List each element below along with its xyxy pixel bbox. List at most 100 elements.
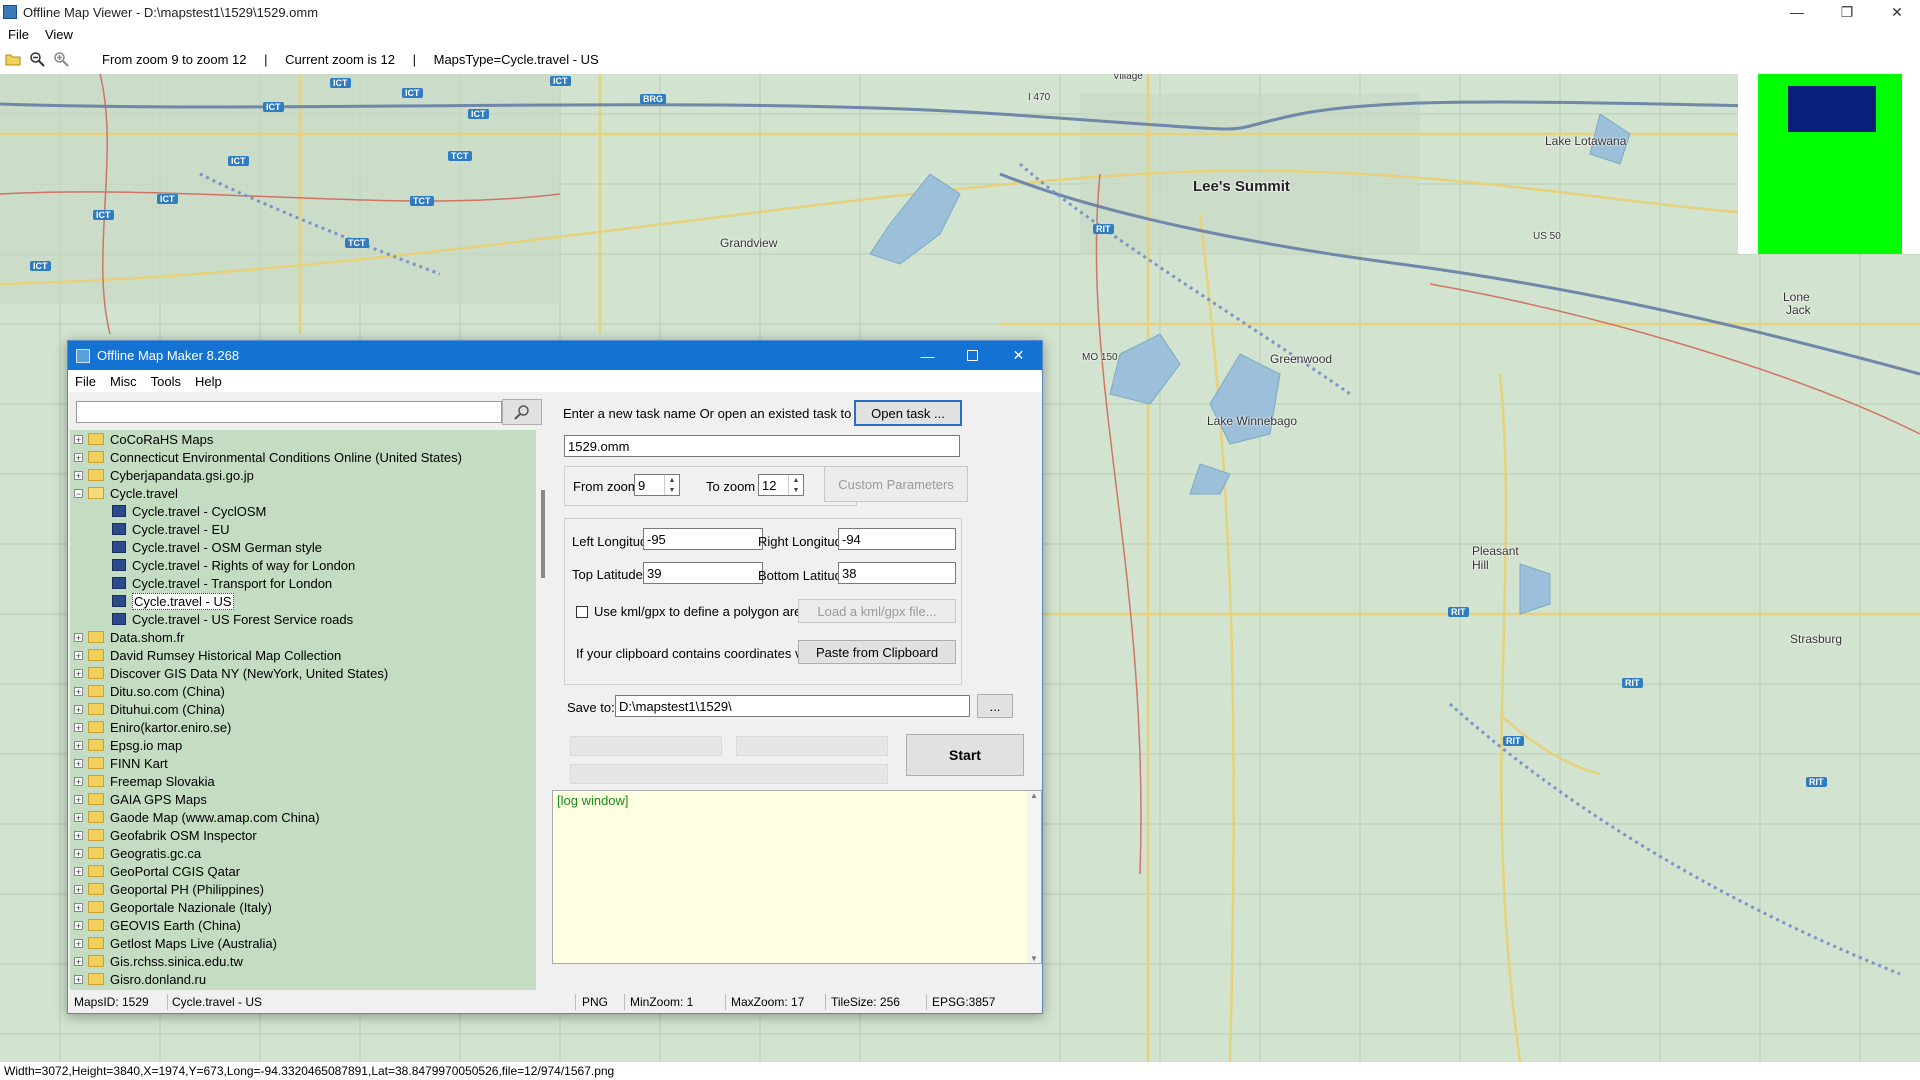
tree-folder-item[interactable]: + Freemap Slovakia xyxy=(74,772,215,790)
tree-scrollbar-thumb[interactable] xyxy=(541,490,545,578)
tree-folder-item[interactable]: + David Rumsey Historical Map Collection xyxy=(74,646,341,664)
tree-expander-icon[interactable]: + xyxy=(74,866,83,876)
tree-folder-item[interactable]: + CoCoRaHS Maps xyxy=(74,430,213,448)
tree-folder-item[interactable]: + Geofabrik OSM Inspector xyxy=(74,826,257,844)
tree-expander-icon[interactable]: + xyxy=(74,758,83,768)
to-zoom-stepper[interactable]: 12 ▲ ▼ xyxy=(758,474,804,496)
right-longitude-input[interactable]: -94 xyxy=(838,528,956,550)
tree-folder-item[interactable]: + Cyberjapandata.gsi.go.jp xyxy=(74,466,254,484)
tree-folder-item[interactable]: + Gisro.donland.ru xyxy=(74,970,206,988)
save-to-input[interactable]: D:\mapstest1\1529\ xyxy=(615,695,970,717)
tree-map-item[interactable]: Cycle.travel - Rights of way for London xyxy=(112,556,355,574)
stepper-arrows[interactable]: ▲ ▼ xyxy=(788,475,803,495)
tree-expander-icon[interactable]: + xyxy=(74,470,83,480)
zoom-out-icon[interactable] xyxy=(26,48,48,70)
tree-expander-icon[interactable]: + xyxy=(74,686,83,696)
zoom-in-icon[interactable] xyxy=(50,48,72,70)
dialog-menu-file[interactable]: File xyxy=(68,374,103,389)
tree-folder-item[interactable]: + Gis.rchss.sinica.edu.tw xyxy=(74,952,243,970)
log-window[interactable]: [log window] ▲ ▼ xyxy=(552,790,1042,964)
tree-expander-icon[interactable]: + xyxy=(74,920,83,930)
open-task-button[interactable]: Open task ... xyxy=(854,400,962,426)
dialog-menu-misc[interactable]: Misc xyxy=(103,374,144,389)
load-kml-button[interactable]: Load a kml/gpx file... xyxy=(798,599,956,623)
tree-expander-icon[interactable]: − xyxy=(74,488,83,498)
browse-button[interactable]: ... xyxy=(977,694,1013,718)
tree-folder-item[interactable]: + Data.shom.fr xyxy=(74,628,184,646)
tree-folder-item[interactable]: + Geoportal PH (Philippines) xyxy=(74,880,264,898)
dialog-menu-tools[interactable]: Tools xyxy=(144,374,188,389)
tree-expander-icon[interactable]: + xyxy=(74,704,83,714)
menu-view[interactable]: View xyxy=(37,27,81,42)
dialog-close-button[interactable]: ✕ xyxy=(996,341,1041,370)
tree-expander-icon[interactable]: + xyxy=(74,650,83,660)
tree-expander-icon[interactable]: + xyxy=(74,668,83,678)
tree-map-item[interactable]: Cycle.travel - US xyxy=(112,592,234,610)
tree-folder-item[interactable]: + Discover GIS Data NY (NewYork, United S… xyxy=(74,664,388,682)
tree-folder-item[interactable]: + Dituhui.com (China) xyxy=(74,700,225,718)
stepper-arrows[interactable]: ▲ ▼ xyxy=(664,475,679,495)
tree-folder-item[interactable]: + FINN Kart xyxy=(74,754,168,772)
search-button[interactable] xyxy=(502,399,542,425)
tree-expander-icon[interactable]: + xyxy=(74,452,83,462)
tree-map-item[interactable]: Cycle.travel - US Forest Service roads xyxy=(112,610,353,628)
start-button[interactable]: Start xyxy=(906,734,1024,776)
dialog-menu-help[interactable]: Help xyxy=(188,374,229,389)
tree-map-item[interactable]: Cycle.travel - OSM German style xyxy=(112,538,322,556)
maps-tree[interactable]: + CoCoRaHS Maps + Connecticut Environmental… xyxy=(70,430,536,990)
top-latitude-input[interactable]: 39 xyxy=(643,562,763,584)
use-kml-checkbox[interactable] xyxy=(576,606,588,618)
tree-folder-item[interactable]: + Connecticut Environmental Conditions On… xyxy=(74,448,462,466)
tree-expander-icon[interactable]: + xyxy=(74,812,83,822)
tree-expander-icon[interactable]: + xyxy=(74,830,83,840)
tree-folder-item[interactable]: + Geoportale Nazionale (Italy) xyxy=(74,898,272,916)
tree-expander-icon[interactable]: + xyxy=(74,776,83,786)
log-scrollbar[interactable]: ▲ ▼ xyxy=(1027,791,1041,963)
tree-folder-item[interactable]: + Getlost Maps Live (Australia) xyxy=(74,934,277,952)
tree-folder-item[interactable]: + GEOVIS Earth (China) xyxy=(74,916,241,934)
tree-expander-icon[interactable]: + xyxy=(74,956,83,966)
tree-map-item[interactable]: Cycle.travel - EU xyxy=(112,520,230,538)
tree-expander-icon[interactable]: + xyxy=(74,722,83,732)
tree-folder-item[interactable]: + GeoPortal CGIS Qatar xyxy=(74,862,240,880)
overview-minimap[interactable] xyxy=(1738,74,1920,254)
tree-folder-item[interactable]: + Gaode Map (www.amap.com China) xyxy=(74,808,320,826)
epsg-text: EPSG:3857 xyxy=(932,995,996,1009)
tree-expander-icon[interactable]: + xyxy=(74,794,83,804)
tree-folder-item[interactable]: + Eniro(kartor.eniro.se) xyxy=(74,718,231,736)
task-name-input[interactable]: 1529.omm xyxy=(564,435,960,457)
close-button[interactable]: ✕ xyxy=(1874,0,1920,24)
tree-folder-item[interactable]: − Cycle.travel xyxy=(74,484,178,502)
tree-expander-icon[interactable]: + xyxy=(74,884,83,894)
custom-parameters-button[interactable]: Custom Parameters xyxy=(824,466,968,502)
tree-folder-item[interactable]: + GAIA GPS Maps xyxy=(74,790,207,808)
map-layer-icon xyxy=(112,523,126,535)
tree-map-item[interactable]: Cycle.travel - CyclOSM xyxy=(112,502,266,520)
search-input[interactable] xyxy=(76,401,502,423)
bottom-latitude-input[interactable]: 38 xyxy=(838,562,956,584)
tree-expander-icon[interactable]: + xyxy=(74,974,83,984)
tree-map-item[interactable]: Cycle.travel - Transport for London xyxy=(112,574,332,592)
minimize-button[interactable]: — xyxy=(1774,0,1820,24)
tree-expander-icon[interactable]: + xyxy=(74,632,83,642)
open-folder-icon[interactable] xyxy=(2,48,24,70)
tree-scrollbar[interactable] xyxy=(538,430,550,990)
menu-file[interactable]: File xyxy=(0,27,37,42)
tree-folder-item[interactable]: + Ditu.so.com (China) xyxy=(74,682,225,700)
tree-expander-icon[interactable]: + xyxy=(74,434,83,444)
from-zoom-stepper[interactable]: 9 ▲ ▼ xyxy=(634,474,680,496)
overview-viewport[interactable] xyxy=(1788,86,1876,132)
tree-expander-icon[interactable]: + xyxy=(74,938,83,948)
paste-clipboard-button[interactable]: Paste from Clipboard xyxy=(798,640,956,664)
tree-folder-item[interactable]: + Geogratis.gc.ca xyxy=(74,844,201,862)
tree-expander-icon[interactable]: + xyxy=(74,740,83,750)
dialog-minimize-button[interactable]: — xyxy=(905,341,950,370)
tree-expander-icon[interactable]: + xyxy=(74,902,83,912)
dialog-maximize-button[interactable] xyxy=(950,341,995,370)
restore-button[interactable]: ❐ xyxy=(1824,0,1870,24)
tree-expander-icon[interactable]: + xyxy=(74,848,83,858)
tree-folder-item[interactable]: + Epsg.io map xyxy=(74,736,182,754)
left-longitude-input[interactable]: -95 xyxy=(643,528,763,550)
progress-bar xyxy=(570,736,722,756)
folder-icon xyxy=(88,901,104,913)
